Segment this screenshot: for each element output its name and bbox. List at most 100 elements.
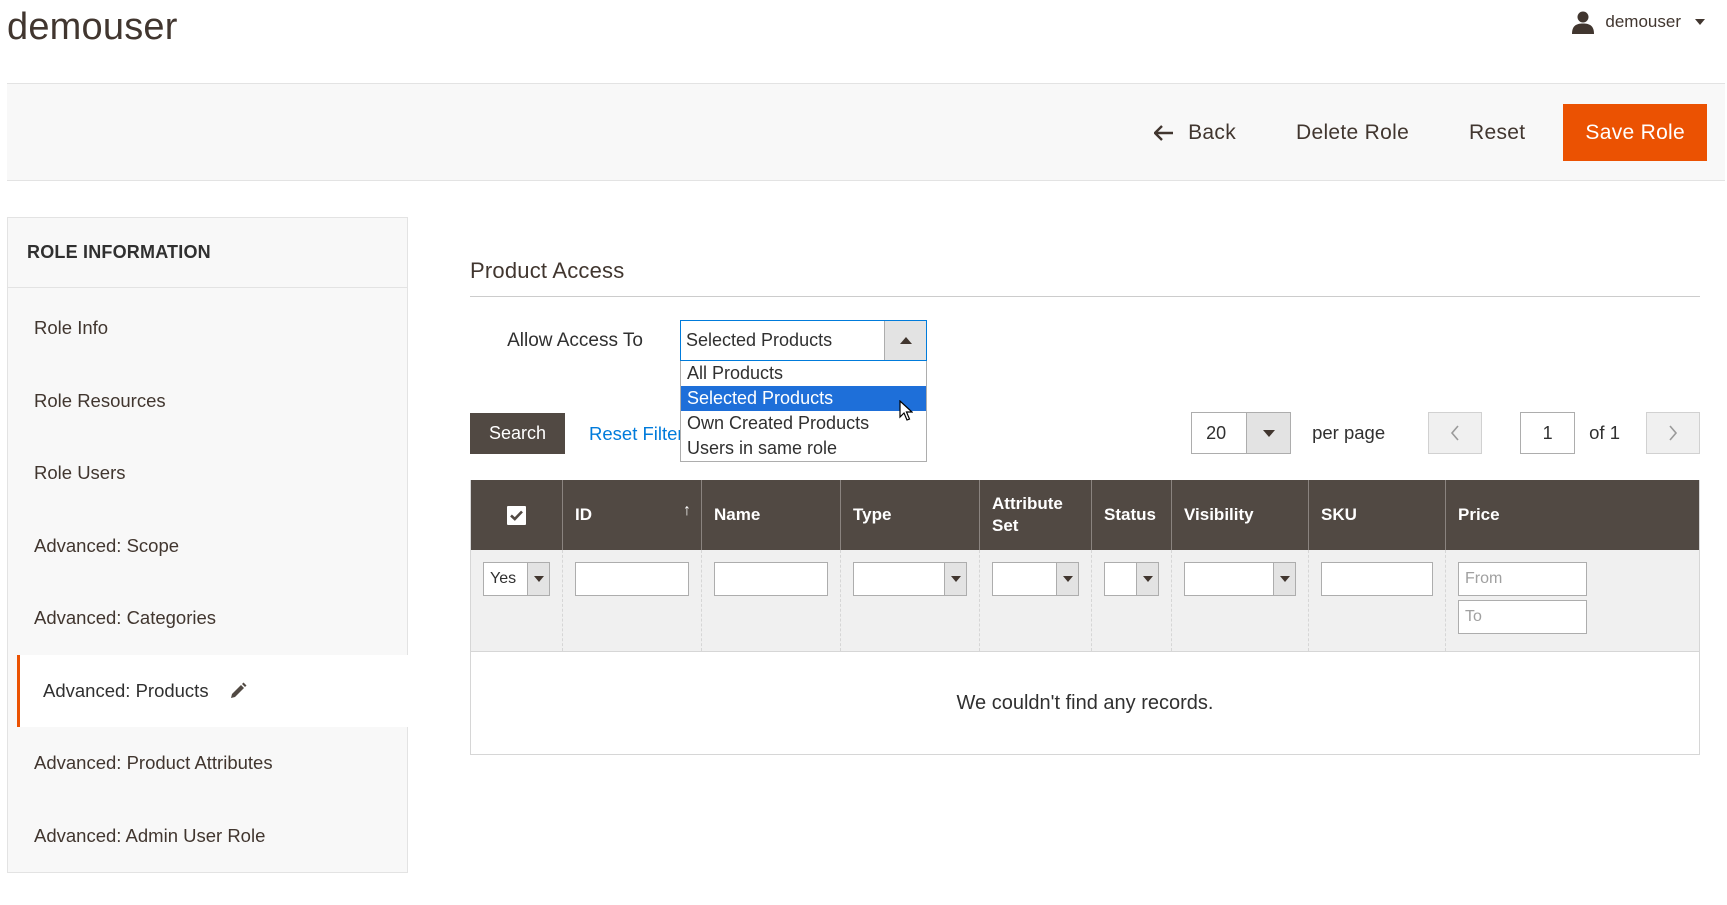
filter-sku-cell <box>1309 550 1446 651</box>
grid-header-row: ID ↑ Name Type Attribute Set Status Visi… <box>471 480 1699 550</box>
back-button[interactable]: Back <box>1124 104 1266 161</box>
back-button-label: Back <box>1188 120 1237 144</box>
status-filter-select[interactable] <box>1104 562 1159 596</box>
option-own-created-products[interactable]: Own Created Products <box>681 411 926 436</box>
sidebar-item-advanced-product-attributes[interactable]: Advanced: Product Attributes <box>8 727 407 800</box>
in-role-filter-value: Yes <box>490 570 517 587</box>
column-header-id[interactable]: ID ↑ <box>563 480 702 550</box>
empty-records-message: We couldn't find any records. <box>471 652 1699 754</box>
column-header-label: Status <box>1104 505 1156 524</box>
sidebar-item-role-info[interactable]: Role Info <box>8 292 407 365</box>
allow-access-field: Allow Access To Selected Products All Pr… <box>470 320 927 462</box>
sort-ascending-icon: ↑ <box>683 502 691 519</box>
chevron-left-icon <box>1451 425 1459 441</box>
next-page-button[interactable] <box>1646 412 1700 454</box>
filter-attribute-set-cell <box>980 550 1092 651</box>
per-page-label: per page <box>1312 422 1386 443</box>
sku-filter-input[interactable] <box>1321 562 1433 596</box>
current-page-input[interactable]: 1 <box>1520 412 1576 454</box>
select-all-checkbox[interactable] <box>507 505 526 525</box>
pager: 20 per page 1 of 1 <box>1191 412 1700 454</box>
sidebar-item-label: Role Users <box>34 462 126 484</box>
allow-access-selected-value: Selected Products <box>686 330 833 350</box>
per-page-select[interactable]: 20 <box>1191 412 1292 454</box>
visibility-filter-select[interactable] <box>1184 562 1296 596</box>
column-header-sku[interactable]: SKU <box>1309 480 1446 550</box>
dropdown-toggle[interactable] <box>884 321 926 360</box>
allow-access-label: Allow Access To <box>507 329 643 351</box>
sidebar-item-advanced-products[interactable]: Advanced: Products <box>17 654 408 727</box>
sidebar-item-role-users[interactable]: Role Users <box>8 437 407 510</box>
filter-type-cell <box>841 550 980 651</box>
option-selected-products[interactable]: Selected Products <box>681 386 926 411</box>
per-page-toggle[interactable] <box>1246 413 1291 453</box>
id-filter-input[interactable] <box>575 562 689 596</box>
filter-dropdown-toggle <box>944 563 966 595</box>
account-name: demouser <box>1605 12 1681 31</box>
page-actions: Back Delete Role Reset Save Role <box>1124 104 1707 161</box>
reset-filter-link[interactable]: Reset Filter <box>589 413 684 454</box>
column-header-type[interactable]: Type <box>841 480 980 550</box>
chevron-down-icon <box>1262 429 1275 437</box>
allow-access-select: Selected Products All Products Selected … <box>680 320 927 462</box>
allow-access-select-box[interactable]: Selected Products <box>680 320 927 361</box>
allow-access-dropdown-list: All Products Selected Products Own Creat… <box>680 361 927 462</box>
filter-dropdown-toggle <box>1136 563 1158 595</box>
option-users-in-same-role[interactable]: Users in same role <box>681 436 926 461</box>
in-role-filter-select[interactable]: Yes <box>483 562 550 596</box>
price-from-input[interactable]: From <box>1458 562 1587 596</box>
column-header-label: SKU <box>1321 505 1357 524</box>
sidebar-item-label: Role Resources <box>34 389 166 411</box>
column-header-status[interactable]: Status <box>1092 480 1172 550</box>
sidebar-item-label: Advanced: Categories <box>34 607 217 629</box>
sidebar-item-advanced-scope[interactable]: Advanced: Scope <box>8 510 407 583</box>
filter-dropdown-toggle <box>527 563 549 595</box>
option-all-products[interactable]: All Products <box>681 361 926 386</box>
sidebar-item-label: Advanced: Scope <box>34 534 180 556</box>
sidebar-item-label: Advanced: Admin User Role <box>34 824 266 846</box>
arrow-left-icon <box>1154 124 1174 141</box>
column-header-price[interactable]: Price <box>1446 480 1599 550</box>
reset-button[interactable]: Reset <box>1439 104 1555 161</box>
column-header-attribute-set[interactable]: Attribute Set <box>980 480 1092 550</box>
column-header-label: Type <box>853 505 892 524</box>
sidebar-item-role-resources[interactable]: Role Resources <box>8 365 407 438</box>
search-button[interactable]: Search <box>470 413 565 454</box>
column-header-visibility[interactable]: Visibility <box>1172 480 1309 550</box>
mouse-cursor-icon <box>899 400 913 421</box>
sidebar-item-advanced-categories[interactable]: Advanced: Categories <box>8 582 407 655</box>
chevron-right-icon <box>1669 425 1678 441</box>
per-page-value: 20 <box>1206 422 1227 443</box>
sidebar-item-label: Role Info <box>34 317 109 339</box>
select-all-column[interactable] <box>471 480 563 550</box>
chevron-down-icon <box>1142 576 1153 582</box>
column-header-label: Attribute Set <box>992 494 1063 535</box>
sidebar-tabs: Role Info Role Resources Role Users Adva… <box>8 288 408 873</box>
pencil-icon <box>230 682 247 698</box>
filter-in-role-cell: Yes <box>471 550 563 651</box>
chevron-up-icon <box>899 337 912 344</box>
delete-role-button[interactable]: Delete Role <box>1266 104 1439 161</box>
filter-dropdown-toggle <box>1056 563 1078 595</box>
type-filter-select[interactable] <box>853 562 967 596</box>
sidebar-title: ROLE INFORMATION <box>8 218 407 288</box>
account-menu[interactable]: demouser <box>1571 10 1705 34</box>
attribute-set-filter-select[interactable] <box>992 562 1079 596</box>
sidebar-item-advanced-admin-user-role[interactable]: Advanced: Admin User Role <box>8 800 407 873</box>
products-grid: ID ↑ Name Type Attribute Set Status Visi… <box>470 480 1700 755</box>
price-to-input[interactable]: To <box>1458 600 1587 634</box>
filter-dropdown-toggle <box>1273 563 1295 595</box>
name-filter-input[interactable] <box>714 562 828 596</box>
column-header-name[interactable]: Name <box>702 480 841 550</box>
chevron-down-icon <box>1695 19 1705 25</box>
chevron-down-icon <box>1279 576 1290 582</box>
column-header-label: ID <box>575 505 592 524</box>
previous-page-button[interactable] <box>1428 412 1483 454</box>
sidebar-item-label: Advanced: Product Attributes <box>34 752 273 774</box>
column-header-label: Price <box>1458 505 1500 524</box>
chevron-down-icon <box>533 576 544 582</box>
page-actions-bar: Back Delete Role Reset Save Role <box>7 83 1725 181</box>
save-role-button[interactable]: Save Role <box>1563 104 1707 161</box>
role-information-sidebar: ROLE INFORMATION Role Info Role Resource… <box>7 217 408 873</box>
filter-name-cell <box>702 550 841 651</box>
